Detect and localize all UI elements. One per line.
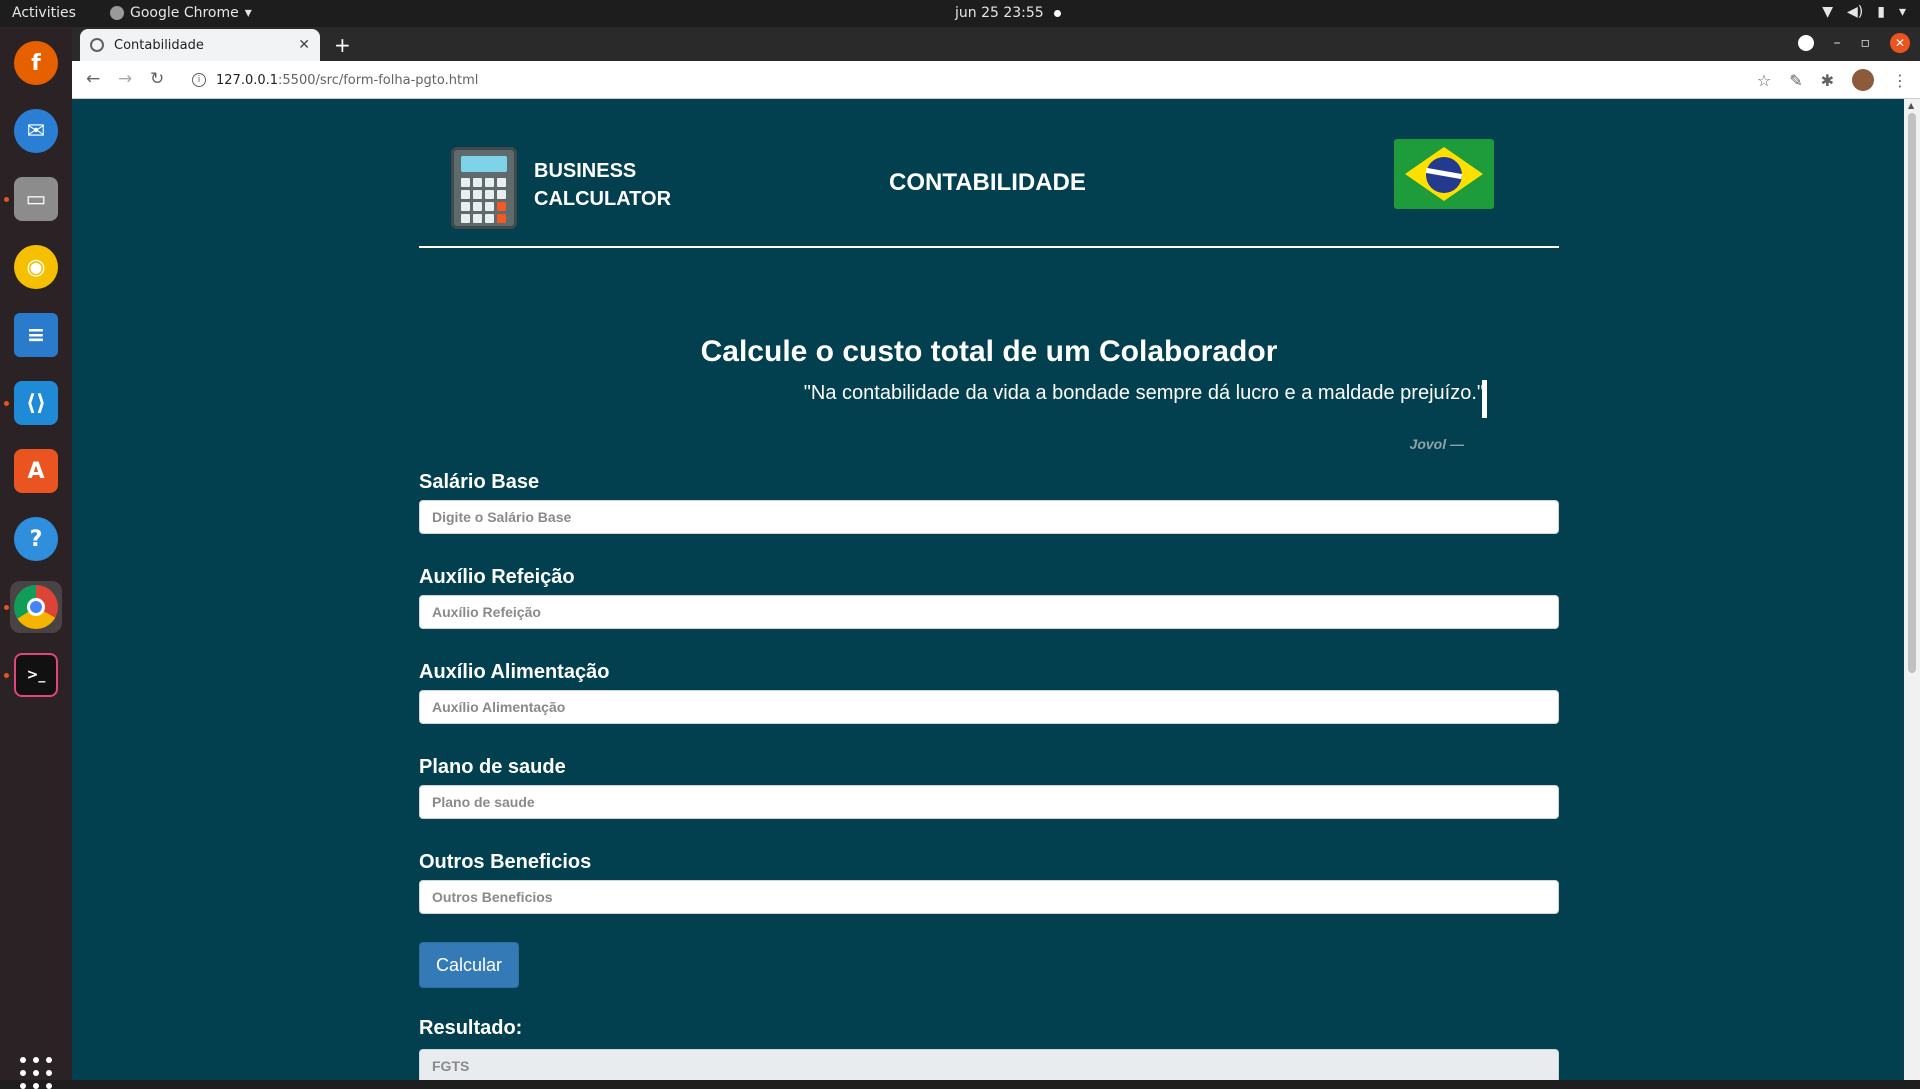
salario-base-input[interactable] [419,500,1559,534]
window-controls: – ▫ ✕ [1797,33,1910,53]
quote-author: Jovol — [1409,436,1464,452]
notification-dot [1053,9,1061,17]
info-icon[interactable]: i [192,73,206,87]
minimize-icon[interactable]: – [1834,35,1841,51]
wifi-icon: ▼ [1822,4,1834,20]
activities-button[interactable]: Activities [12,5,76,21]
rhythmbox-icon: ◉ [14,245,58,289]
battery-icon: ▮ [1877,4,1885,20]
running-indicator [4,401,9,406]
avatar[interactable] [1852,69,1874,91]
tab-search-icon[interactable] [1797,35,1814,51]
page-heading: Calcule o custo total de um Colaborador [700,335,1278,368]
show-applications-icon[interactable] [20,1057,52,1089]
vscode-icon: ⟨⟩ [14,381,58,425]
tab-title: Contabilidade [114,37,204,53]
restore-icon[interactable]: ▫ [1861,35,1871,51]
clock[interactable]: jun 25 23:55 [955,5,1061,21]
dock-firefox[interactable]: f [10,37,62,89]
tab-strip: Contabilidade ✕ + – ▫ ✕ [72,27,1920,61]
dock-writer[interactable]: ≡ [10,309,62,361]
plano-saude-input[interactable] [419,785,1559,819]
dock: f ✉ ▭ ◉ ≡ ⟨⟩ A ? >_ [0,27,72,1089]
dock-vscode[interactable]: ⟨⟩ [10,377,62,429]
page-header: BUSINESS CALCULATOR CONTABILIDADE [419,99,1559,248]
auxilio-alimentacao-input[interactable] [419,690,1559,724]
running-indicator [4,197,9,202]
page-scrollbar[interactable]: ▲ [1904,99,1920,1080]
app-menu[interactable]: Google Chrome ▾ [110,5,252,21]
menu-icon[interactable]: ⋮ [1892,71,1908,90]
scrollbar-thumb[interactable] [1908,113,1916,673]
label-salario-base: Salário Base [419,471,540,493]
brand-name: BUSINESS CALCULATOR [534,157,671,213]
chevron-down-icon: ▾ [244,5,252,21]
files-icon: ▭ [14,177,58,221]
dock-chrome[interactable] [10,581,62,633]
forward-icon[interactable]: → [118,69,132,89]
chrome-small-icon [110,6,124,20]
brand-line-1: BUSINESS [534,160,637,182]
dock-help[interactable]: ? [10,513,62,565]
globe-icon [90,38,104,52]
help-icon: ? [14,517,58,561]
page-container: BUSINESS CALCULATOR CONTABILIDADE Calcul… [419,99,1559,1080]
dock-rhythmbox[interactable]: ◉ [10,241,62,293]
label-plano-saude: Plano de saude [419,756,566,778]
address-bar[interactable]: i 127.0.0.1:5500/src/form-folha-pgto.htm… [180,65,1850,95]
running-indicator [4,605,9,610]
extension-icon[interactable]: ✎ [1789,71,1802,90]
calculator-logo-icon [451,147,517,229]
system-tray[interactable]: ▼ ◀) ▮ ▾ [1822,4,1906,20]
url-path: :5500/src/form-folha-pgto.html [278,72,479,88]
browser-window: Contabilidade ✕ + – ▫ ✕ ← → ↻ i 127.0.0.… [72,27,1920,99]
calcular-button[interactable]: Calcular [419,942,519,988]
label-auxilio-alimentacao: Auxílio Alimentação [419,661,610,683]
brazil-flag-icon [1394,139,1494,209]
writer-icon: ≡ [14,313,58,357]
chrome-icon [14,585,58,629]
url-host: 127.0.0.1 [216,72,279,88]
puzzle-icon[interactable]: ✱ [1821,71,1834,90]
scroll-up-icon[interactable]: ▲ [1908,101,1914,110]
clock-text: jun 25 23:55 [955,5,1044,21]
volume-icon: ◀) [1847,4,1864,20]
back-icon[interactable]: ← [86,69,100,89]
outros-beneficios-input[interactable] [419,880,1559,914]
app-menu-label: Google Chrome [130,5,239,21]
dock-software[interactable]: A [10,445,62,497]
close-window-icon[interactable]: ✕ [1890,33,1910,53]
bookmark-star-icon[interactable]: ☆ [1757,71,1771,90]
label-auxilio-refeicao: Auxílio Refeição [419,566,575,588]
brand-line-2: CALCULATOR [534,188,672,210]
label-outros-beneficios: Outros Beneficios [419,851,592,873]
thunderbird-icon: ✉ [14,109,58,153]
auxilio-refeicao-input[interactable] [419,595,1559,629]
quote-border [1482,380,1487,418]
fgts-result-field[interactable] [419,1049,1559,1080]
page-viewport: BUSINESS CALCULATOR CONTABILIDADE Calcul… [72,99,1920,1080]
reload-icon[interactable]: ↻ [150,69,164,89]
software-center-icon: A [14,449,58,493]
new-tab-icon[interactable]: + [334,33,351,57]
system-top-bar: Activities Google Chrome ▾ jun 25 23:55 … [0,0,1920,27]
dock-terminal[interactable]: >_ [10,649,62,701]
chevron-down-icon: ▾ [1898,4,1906,20]
dock-files[interactable]: ▭ [10,173,62,225]
running-indicator [4,673,9,678]
dock-thunderbird[interactable]: ✉ [10,105,62,157]
tab-contabilidade[interactable]: Contabilidade ✕ [80,29,320,61]
close-icon[interactable]: ✕ [298,37,310,53]
quote-text: "Na contabilidade da vida a bondade semp… [803,382,1484,404]
result-label: Resultado: [419,1017,523,1039]
toolbar-actions: ☆ ✎ ✱ ⋮ [1757,69,1908,91]
browser-toolbar: ← → ↻ i 127.0.0.1:5500/src/form-folha-pg… [72,61,1920,99]
section-title: CONTABILIDADE [889,169,1086,196]
terminal-icon: >_ [14,653,58,697]
firefox-icon: f [14,41,58,85]
